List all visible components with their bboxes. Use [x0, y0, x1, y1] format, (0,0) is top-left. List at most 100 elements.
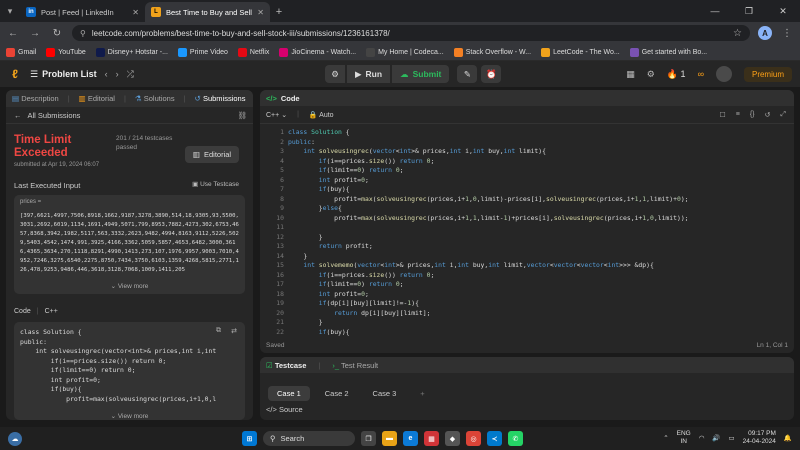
code-line[interactable] — [288, 223, 689, 233]
code-line[interactable]: } — [288, 233, 689, 243]
reset-icon[interactable]: ↺ — [765, 111, 771, 119]
bookmark-leetcode[interactable]: LeetCode - The Wo... — [541, 47, 620, 57]
maximize-button[interactable]: ❐ — [732, 0, 766, 22]
leetcode-logo-icon[interactable]: ℓ — [8, 67, 22, 81]
editorial-button[interactable]: ▥ Editorial — [185, 146, 239, 163]
code-line[interactable]: } — [288, 252, 689, 262]
bookmark-gmail[interactable]: Gmail — [6, 47, 36, 57]
site-info-icon[interactable]: ⚲ — [80, 29, 86, 38]
user-avatar[interactable] — [715, 66, 732, 82]
code-line[interactable]: if(limit==0) return 0; — [288, 166, 689, 176]
tab-search-icon[interactable]: ▾ — [0, 0, 20, 22]
back-button[interactable]: ← — [6, 28, 20, 39]
reload-button[interactable]: ↻ — [50, 28, 64, 39]
prev-problem-icon[interactable]: ‹ — [105, 69, 108, 79]
settings-icon[interactable]: ⚙ — [647, 69, 655, 80]
code-line[interactable]: if(limit==0) return 0; — [288, 280, 689, 290]
vscode-icon[interactable]: ≺ — [487, 431, 502, 446]
all-submissions-link[interactable]: ← All Submissions ⛓ — [6, 107, 253, 124]
new-tab-button[interactable]: + — [270, 2, 288, 22]
tab-editorial[interactable]: ▥ Editorial — [79, 94, 115, 103]
close-tab-icon[interactable]: ✕ — [257, 8, 264, 17]
bookmark-youtube[interactable]: YouTube — [46, 47, 86, 57]
source-toggle[interactable]: </> Source — [266, 405, 303, 414]
close-window-button[interactable]: ✕ — [766, 0, 800, 22]
notes-button[interactable]: ✎ — [457, 65, 478, 83]
view-more-code-button[interactable]: ⌄ View more — [14, 412, 245, 420]
profile-avatar[interactable]: A — [758, 26, 772, 40]
language-indicator[interactable]: ENG IN — [677, 430, 691, 446]
case-2-tab[interactable]: Case 2 — [316, 386, 358, 401]
copy-icon[interactable]: ⧉ — [216, 327, 221, 335]
store-icon[interactable]: ▦ — [424, 431, 439, 446]
browser-tab-leetcode[interactable]: L Best Time to Buy and Sell Stoc ✕ — [145, 2, 270, 22]
streak-counter[interactable]: 🔥 1 — [667, 69, 686, 80]
code-line[interactable]: if(i==prices.size()) return 0; — [288, 271, 689, 281]
use-testcase-button[interactable]: ▣ Use Testcase — [192, 180, 239, 188]
view-more-input-button[interactable]: ⌄ View more — [14, 282, 245, 290]
bookmark-codecademy[interactable]: My Home | Codeca... — [366, 47, 444, 57]
chevron-up-icon[interactable]: ⌃ — [663, 434, 668, 442]
code-line[interactable]: class Solution { — [288, 128, 689, 138]
wifi-icon[interactable]: ◠ — [699, 434, 705, 442]
code-line[interactable]: int solveusingrec(vector<int>& prices,in… — [288, 147, 689, 157]
add-case-button[interactable]: + — [411, 386, 433, 401]
restore-code-icon[interactable]: ⇄ — [231, 327, 237, 335]
taskbar-search[interactable]: ⚲ Search — [263, 431, 355, 446]
weather-icon[interactable]: ☁ — [8, 431, 22, 446]
code-line[interactable]: if(i==prices.size()) return 0; — [288, 157, 689, 167]
notifications-icon[interactable]: 🔔 — [784, 434, 792, 442]
fullscreen-icon[interactable]: ⤢ — [780, 111, 786, 119]
case-3-tab[interactable]: Case 3 — [364, 386, 406, 401]
file-explorer-icon[interactable]: ▬ — [382, 431, 397, 446]
code-line[interactable]: if(buy){ — [288, 328, 689, 338]
code-line[interactable]: int profit=0; — [288, 176, 689, 186]
braces-icon[interactable]: {} — [750, 111, 755, 119]
bookmark-icon[interactable]: ☐ — [719, 111, 725, 119]
debug-button[interactable]: ⚙ — [325, 65, 345, 83]
link-icon[interactable]: ⛓ — [237, 111, 247, 120]
code-line[interactable]: }else{ — [288, 204, 689, 214]
code-line[interactable]: return dp[i][buy][limit]; — [288, 309, 689, 319]
code-line[interactable]: profit=max(solveusingrec(prices,i+1,0,li… — [288, 195, 688, 205]
volume-icon[interactable]: 🔊 — [712, 434, 720, 442]
format-code-icon[interactable]: ≡ — [736, 111, 740, 119]
code-line[interactable]: int solvememo(vector<int>& prices,int i,… — [288, 261, 689, 271]
language-select[interactable]: C++ ⌄ — [266, 111, 287, 119]
bookmark-stackoverflow[interactable]: Stack Overflow - W... — [453, 47, 531, 57]
code-line[interactable]: public: — [288, 138, 689, 148]
bookmark-hotstar[interactable]: Disney+ Hotstar -... — [95, 47, 168, 57]
clock[interactable]: 09:17 PM 24-04-2024 — [743, 430, 776, 446]
code-line[interactable]: int profit=0; — [288, 290, 689, 300]
address-bar[interactable]: ⚲ leetcode.com/problems/best-time-to-buy… — [72, 25, 750, 41]
layout-icon[interactable]: ▦ — [626, 69, 635, 80]
chrome-icon[interactable]: ◎ — [466, 431, 481, 446]
battery-icon[interactable]: ▭ — [729, 434, 735, 442]
code-line[interactable]: return profit; — [288, 242, 689, 252]
whatsapp-icon[interactable]: ✆ — [508, 431, 523, 446]
code-line[interactable]: if(buy){ — [288, 185, 689, 195]
bookmark-netflix[interactable]: Netflix — [237, 47, 269, 57]
problem-list-button[interactable]: ☰ Problem List — [30, 69, 97, 80]
bookmark-star-icon[interactable]: ☆ — [733, 28, 742, 39]
submit-button[interactable]: ☁ Submit — [392, 65, 450, 83]
tab-test-result[interactable]: ›_ Test Result — [332, 361, 378, 370]
code-line[interactable]: } — [288, 318, 689, 328]
premium-glasses-icon[interactable]: ∞ — [698, 69, 704, 79]
browser-menu-icon[interactable]: ⋮ — [780, 28, 794, 39]
run-button[interactable]: ▶ Run — [347, 65, 391, 83]
next-problem-icon[interactable]: › — [116, 69, 119, 79]
browser-tab-linkedin[interactable]: in Post | Feed | LinkedIn ✕ — [20, 2, 145, 22]
tab-submissions[interactable]: ↺ Submissions — [195, 94, 246, 103]
premium-button[interactable]: Premium — [743, 66, 792, 82]
code-lines[interactable]: class Solution {public: int solveusingre… — [288, 128, 689, 337]
timer-button[interactable]: ⏰ — [481, 65, 502, 83]
tab-testcase[interactable]: ☑ Testcase — [266, 361, 306, 370]
close-tab-icon[interactable]: ✕ — [132, 8, 139, 17]
edge-icon[interactable]: e — [403, 431, 418, 446]
bookmark-prime[interactable]: Prime Video — [177, 47, 228, 57]
shuffle-icon[interactable]: ⤮ — [127, 69, 134, 80]
minimize-button[interactable]: — — [698, 0, 732, 22]
app-icon[interactable]: ◆ — [445, 431, 460, 446]
autocomplete-toggle[interactable]: 🔒 Auto — [309, 111, 334, 119]
